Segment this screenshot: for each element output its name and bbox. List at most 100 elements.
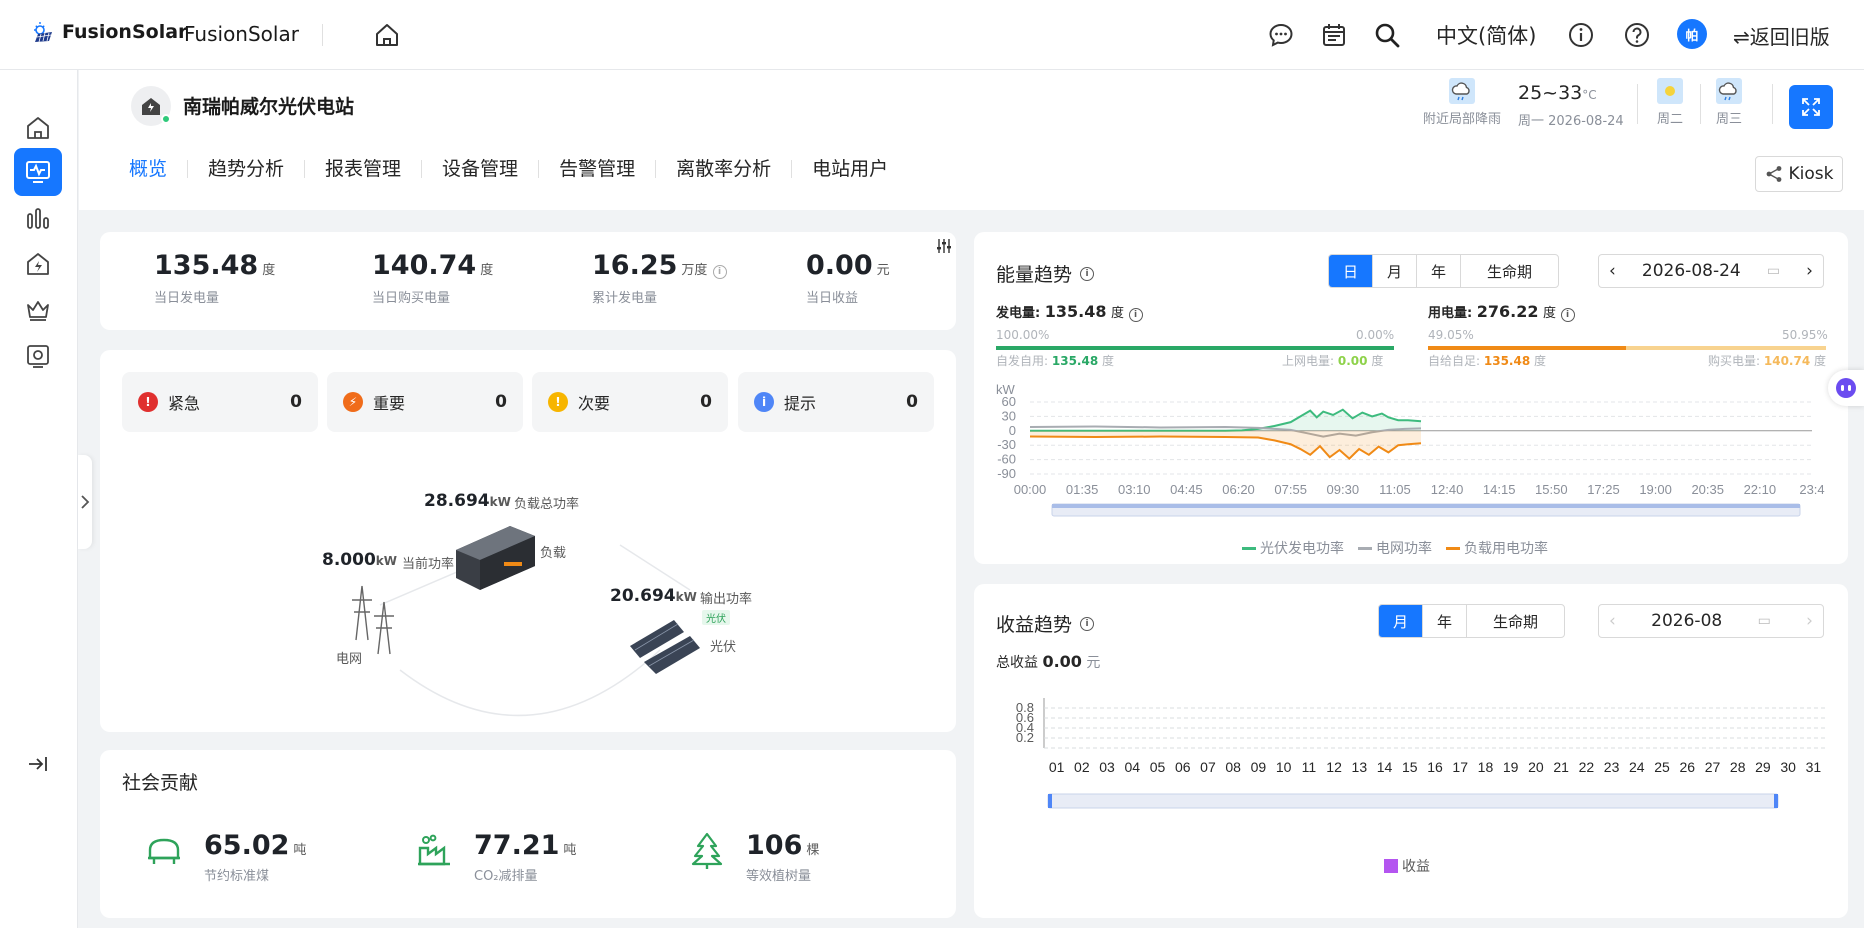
legend-pv[interactable]: 光伏发电功率 [1242, 538, 1344, 558]
sun-icon [1657, 78, 1683, 104]
use-left-pct: 49.05% [1428, 328, 1474, 342]
revenue-date-picker[interactable]: ‹ 2026-08 ▭ › [1598, 604, 1824, 638]
y-tick-label: 0 [1009, 423, 1016, 438]
info-icon[interactable]: i [1080, 266, 1095, 281]
sidebar-item-premium[interactable] [14, 286, 62, 334]
kpi-daily-purchase: 140.74 度 当日购买电量 [372, 250, 493, 306]
label: 购买电量: [1708, 354, 1761, 368]
label: 发电量: [996, 306, 1041, 321]
period-month[interactable]: 月 [1372, 255, 1416, 287]
revenue-chart[interactable]: 0.20.40.60.801 02 03 04 05 06 07 08 09 10 11 12 13 14… [974, 684, 1848, 854]
tab-dispersion[interactable]: 离散率分析 [655, 160, 791, 179]
value: 276.22 [1476, 302, 1539, 321]
y-tick-label: -60 [997, 452, 1016, 467]
sidebar-collapse-handle[interactable] [78, 455, 92, 549]
sidebar-item-devices[interactable] [14, 332, 62, 380]
weather-today: 附近局部降雨 [1423, 78, 1501, 127]
x-tick-label: 12 [1326, 759, 1342, 775]
sidebar-item-monitoring[interactable] [14, 148, 62, 196]
label: 总收益 [996, 655, 1038, 671]
calendar-task-icon[interactable] [1319, 20, 1349, 50]
info-icon[interactable] [1566, 20, 1596, 50]
x-tick-label: 22:10 [1744, 482, 1777, 497]
legend-load[interactable]: 负载用电功率 [1446, 538, 1548, 558]
period-year[interactable]: 年 [1416, 255, 1460, 287]
info-icon[interactable]: i [712, 265, 727, 279]
x-tick-label: 19 [1503, 759, 1519, 775]
divider [1772, 84, 1773, 124]
load-name: 负载 [540, 546, 567, 561]
kpi-unit: 万度 [681, 263, 708, 278]
period-year[interactable]: 年 [1422, 605, 1466, 637]
legend-revenue[interactable]: 收益 [1384, 856, 1430, 876]
chat-icon[interactable] [1266, 20, 1296, 50]
tab-trend-analysis[interactable]: 趋势分析 [187, 160, 304, 179]
chevron-left-icon[interactable]: ‹ [1609, 261, 1616, 281]
energy-chart[interactable]: kW60300-30-60-9000:00 01:35 03:10 04:45 06:2… [974, 372, 1848, 542]
search-icon[interactable] [1372, 20, 1402, 50]
fullscreen-button[interactable] [1789, 85, 1833, 129]
info-icon[interactable]: i [1080, 616, 1095, 631]
energy-date-picker[interactable]: ‹ 2026-08-24 ▭ › [1598, 254, 1824, 288]
kpi-label: 当日购买电量 [372, 291, 451, 306]
chevron-left-icon[interactable]: ‹ [1609, 611, 1616, 631]
back-to-old-version-link[interactable]: ⇌返回旧版 [1733, 21, 1830, 50]
sidebar-item-power-station[interactable] [14, 240, 62, 288]
weather-day2-label: 周二 [1657, 112, 1684, 127]
weather-day2: 周二 [1657, 78, 1683, 127]
zoom-handle [1774, 794, 1778, 808]
user-avatar[interactable]: 帕 [1677, 19, 1707, 49]
period-lifetime[interactable]: 生命期 [1466, 605, 1564, 637]
tab-plant-users[interactable]: 电站用户 [791, 160, 908, 179]
x-tick-label: 08 [1225, 759, 1241, 775]
x-tick-label: 04 [1125, 759, 1141, 775]
x-tick-label: 23:4 [1799, 482, 1824, 497]
x-tick-label: 23 [1604, 759, 1620, 775]
period-lifetime[interactable]: 生命期 [1460, 255, 1558, 287]
value: 135.48 [1051, 354, 1099, 368]
info-icon[interactable]: i [1560, 308, 1575, 322]
unit: 度 [1111, 306, 1125, 321]
settings-sliders-icon[interactable] [936, 238, 952, 254]
unit: 吨 [293, 843, 307, 858]
kiosk-button[interactable]: Kiosk [1755, 156, 1843, 192]
device-icon [27, 345, 49, 368]
tab-overview[interactable]: 概览 [129, 160, 187, 179]
x-tick-label: 17 [1452, 759, 1468, 775]
grid-tower-icon [352, 585, 394, 655]
unit: kW [675, 590, 697, 604]
tab-reports[interactable]: 报表管理 [304, 160, 421, 179]
social-coal: 65.02 吨 节约标准煤 [204, 830, 306, 884]
sidebar-item-home[interactable] [14, 104, 62, 152]
legend-grid[interactable]: 电网功率 [1358, 538, 1432, 558]
calendar-icon[interactable]: ▭ [1758, 613, 1771, 629]
load-power-value: 28.694kW [424, 491, 511, 511]
home-icon[interactable] [372, 20, 402, 50]
chevron-right-icon[interactable]: › [1806, 611, 1813, 631]
kpi-label: 当日收益 [806, 291, 859, 306]
sidebar-item-statistics[interactable] [14, 194, 62, 242]
x-tick-label: 15 [1402, 759, 1418, 775]
unit: 度 [1543, 306, 1557, 321]
period-day[interactable]: 日 [1329, 255, 1373, 287]
energy-period-switch: 日 月 年 生命期 [1328, 254, 1560, 288]
help-icon[interactable] [1622, 20, 1652, 50]
crown-icon [27, 301, 49, 321]
info-icon[interactable]: i [1128, 308, 1143, 322]
tab-alarms[interactable]: 告警管理 [538, 160, 655, 179]
value: 77.21 [474, 830, 560, 861]
assistant-float-button[interactable] [1828, 370, 1864, 406]
x-tick-label: 13 [1352, 759, 1368, 775]
value: 8.000 [322, 550, 376, 570]
language-selector[interactable]: 中文(简体) [1436, 20, 1536, 50]
tab-devices[interactable]: 设备管理 [421, 160, 538, 179]
calendar-icon[interactable]: ▭ [1767, 263, 1780, 279]
period-month[interactable]: 月 [1379, 605, 1423, 637]
x-tick-label: 21 [1553, 759, 1569, 775]
x-tick-label: 15:50 [1535, 482, 1568, 497]
logo[interactable]: FusionSolar [32, 20, 187, 44]
pv-name: 光伏 [710, 640, 737, 655]
chevron-right-icon[interactable]: › [1806, 261, 1813, 281]
unit: 度 [1814, 354, 1827, 368]
sidebar-expand-toggle[interactable] [14, 740, 62, 788]
